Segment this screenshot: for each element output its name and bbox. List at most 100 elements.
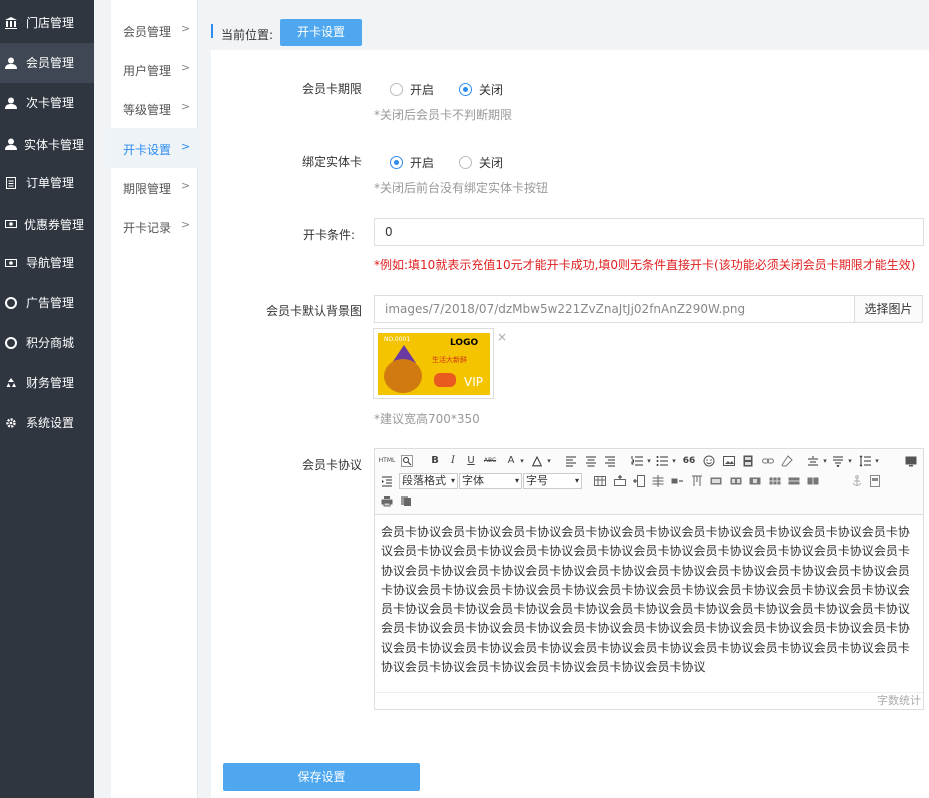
submenu-item-term[interactable]: 期限管理 > (111, 167, 198, 207)
radio-dot-checked (390, 156, 403, 169)
table-icon[interactable] (594, 475, 606, 487)
print-icon[interactable] (381, 495, 393, 507)
submenu-item-card-settings[interactable]: 开卡设置 > (111, 128, 198, 168)
main-sidebar: 门店管理 会员管理 次卡管理 实体卡管理 订单管理 优惠券管理 导航管理 广告管… (0, 0, 94, 798)
blockquote-icon[interactable]: 66 (683, 455, 696, 467)
split-rows-icon[interactable] (788, 475, 800, 487)
insert-col-icon[interactable] (633, 475, 645, 487)
user-icon (5, 57, 17, 69)
save-settings-button[interactable]: 保存设置 (223, 763, 420, 791)
chevron-down-icon[interactable]: ▾ (844, 455, 856, 467)
paragraph-format-select[interactable]: 段落格式 ▾ (399, 473, 458, 489)
align-left-icon[interactable] (565, 455, 577, 467)
align-right-icon[interactable] (604, 455, 616, 467)
insert-row-above-icon[interactable] (614, 475, 626, 487)
sidebar-item-navigation[interactable]: 导航管理 (0, 243, 94, 283)
template-icon[interactable] (869, 475, 881, 487)
condition-input[interactable]: 0 (374, 218, 924, 246)
merge-down-icon[interactable] (749, 475, 761, 487)
expiry-radio-on[interactable]: 开启 (390, 81, 434, 98)
sidebar-item-member[interactable]: 会员管理 (0, 43, 94, 83)
paragraph-spacing-icon[interactable] (832, 455, 844, 467)
italic-icon[interactable]: I (447, 455, 459, 467)
radio-label: 关闭 (479, 83, 504, 97)
user-icon (5, 97, 17, 109)
expiry-radio-off[interactable]: 关闭 (459, 81, 503, 98)
chevron-down-icon[interactable]: ▾ (543, 455, 555, 467)
chevron-down-icon[interactable]: ▾ (668, 455, 680, 467)
font-size-select[interactable]: 字号 ▾ (523, 473, 582, 489)
align-center-icon[interactable] (585, 455, 597, 467)
radio-dot (390, 83, 403, 96)
insert-row-icon[interactable] (652, 475, 664, 487)
submenu-item-card-records[interactable]: 开卡记录 > (111, 206, 198, 246)
merge-cells-icon[interactable] (710, 475, 722, 487)
background-label: 会员卡默认背景图 (265, 304, 362, 318)
html-source-icon[interactable]: HTML (379, 455, 396, 467)
highlight-icon[interactable] (531, 455, 543, 467)
select-image-button[interactable]: 选择图片 (854, 295, 923, 323)
sidebar-item-count-card[interactable]: 次卡管理 (0, 83, 94, 123)
chevron-right-icon: > (181, 22, 191, 35)
chevron-down-icon[interactable]: ▾ (871, 455, 883, 467)
card-vip-text: VIP (464, 375, 483, 389)
editor-content[interactable]: 会员卡协议会员卡协议会员卡协议会员卡协议会员卡协议会员卡协议会员卡协议会员卡协议… (381, 523, 919, 677)
breadcrumb-current-button[interactable]: 开卡设置 (280, 19, 362, 46)
strikethrough-icon[interactable]: ABC (482, 455, 498, 467)
bind-card-radio-on[interactable]: 开启 (390, 154, 434, 171)
chevron-down-icon: ▾ (574, 476, 579, 485)
delete-row-icon[interactable] (671, 475, 683, 487)
search-icon[interactable] (401, 455, 413, 467)
indent-icon[interactable] (381, 475, 393, 487)
sidebar-item-finance[interactable]: 财务管理 (0, 363, 94, 403)
background-path-input[interactable]: images/7/2018/07/dzMbw5w221ZvZnaJtJj02fn… (374, 295, 855, 323)
card-slogan-text: 生活大新鲜 (432, 356, 467, 364)
chevron-down-icon[interactable]: ▾ (819, 455, 831, 467)
emoji-icon[interactable] (703, 455, 715, 467)
submenu-item-member[interactable]: 会员管理 > (111, 10, 198, 50)
submenu-item-levels[interactable]: 等级管理 > (111, 88, 198, 128)
chevron-down-icon[interactable]: ▾ (643, 455, 655, 467)
condition-label: 开卡条件: (302, 228, 355, 242)
fullscreen-icon[interactable] (905, 455, 917, 467)
delete-col-icon[interactable] (691, 475, 703, 487)
radio-label: 关闭 (479, 156, 504, 170)
preview-icon[interactable] (400, 495, 412, 507)
underline-icon[interactable]: U (465, 455, 477, 467)
sidebar-item-settings[interactable]: 系统设置 (0, 403, 94, 443)
merge-right-icon[interactable] (730, 475, 742, 487)
row-spacing-icon[interactable] (859, 455, 871, 467)
anchor-icon[interactable] (851, 475, 863, 487)
agreement-label: 会员卡协议 (301, 458, 362, 472)
bold-icon[interactable]: B (429, 455, 441, 467)
sidebar-item-orders[interactable]: 订单管理 (0, 163, 94, 203)
unordered-list-icon[interactable] (656, 455, 668, 467)
card-logo-text: LOGO (450, 338, 479, 348)
split-cells-icon[interactable] (769, 475, 781, 487)
split-cols-icon[interactable] (807, 475, 819, 487)
editor-toolbar: HTML B I U ABC A ▾ ▾ ▾ ▾ 66 ▾ ▾ ▾ 段落格式 ▾ … (375, 449, 923, 515)
sidebar-item-physical-card[interactable]: 实体卡管理 (0, 128, 94, 168)
remove-image-icon[interactable]: × (497, 330, 507, 344)
sidebar-item-ads[interactable]: 广告管理 (0, 283, 94, 323)
video-icon[interactable] (742, 455, 754, 467)
background-thumbnail: NO.0001 LOGO 生活大新鲜 VIP (373, 328, 494, 399)
bind-card-radio-off[interactable]: 关闭 (459, 154, 503, 171)
submenu-item-label: 开卡记录 (123, 221, 172, 235)
chevron-right-icon: > (181, 218, 191, 231)
ordered-list-icon[interactable] (631, 455, 643, 467)
coupon-icon (5, 257, 17, 269)
submenu-item-label: 会员管理 (123, 25, 172, 39)
font-family-select[interactable]: 字体 ▾ (459, 473, 522, 489)
submenu-item-users[interactable]: 用户管理 > (111, 49, 198, 89)
line-height-icon[interactable] (807, 455, 819, 467)
image-icon[interactable] (723, 455, 735, 467)
eraser-icon[interactable] (781, 455, 793, 467)
sidebar-item-coupons[interactable]: 优惠券管理 (0, 208, 94, 248)
sidebar-item-points-mall[interactable]: 积分商城 (0, 323, 94, 363)
chevron-down-icon[interactable]: ▾ (516, 455, 528, 467)
submenu-item-label: 等级管理 (123, 103, 172, 117)
card-vegetable-shape (434, 373, 456, 387)
sidebar-item-store[interactable]: 门店管理 (0, 3, 94, 43)
link-icon[interactable] (762, 455, 774, 467)
